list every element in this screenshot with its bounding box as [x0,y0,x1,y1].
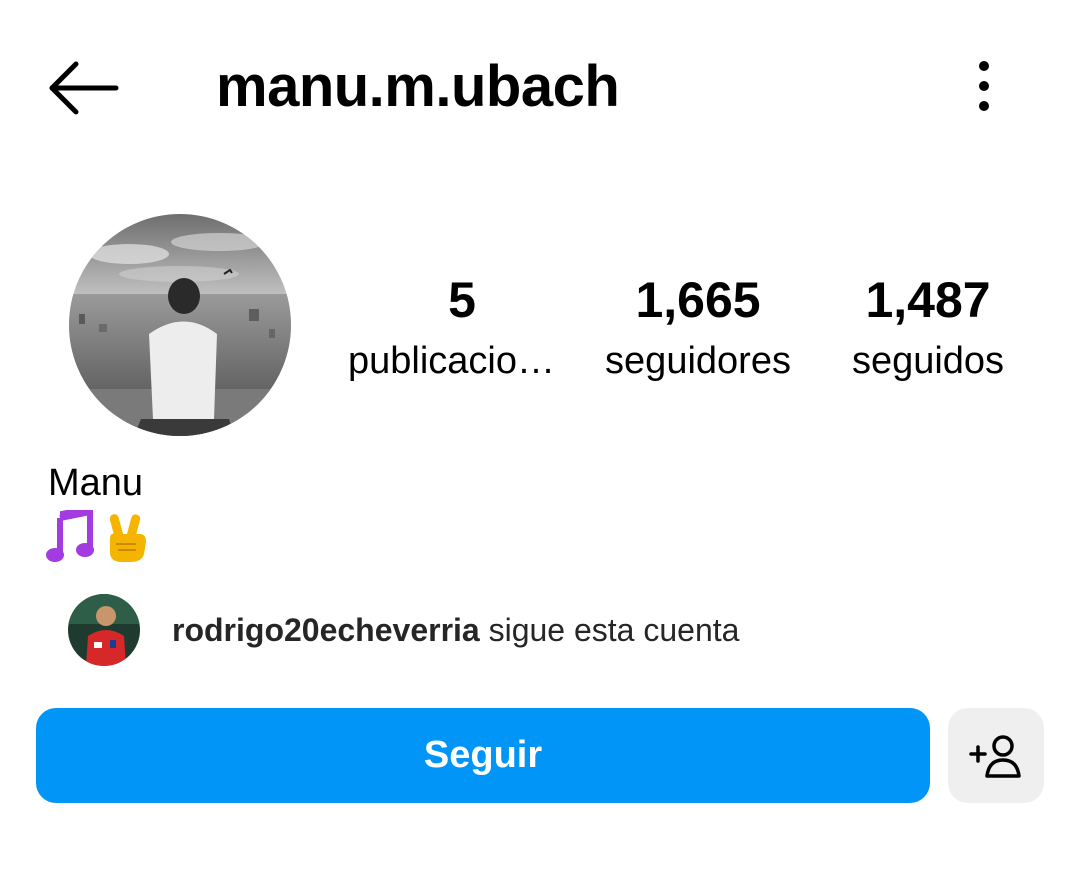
followers-label: seguidores [605,340,791,382]
followed-by-username: rodrigo20echeverria [172,612,480,648]
top-bar: manu.m.ubach [0,0,1080,170]
victory-hand-emoji [102,510,152,564]
stat-posts[interactable]: 5 publicaciones [348,270,576,384]
profile-full-name: Manu [48,462,144,504]
stat-following[interactable]: 1,487 seguidos [808,270,1048,384]
profile-bio [46,505,154,566]
musical-notes-emoji [46,505,96,564]
profile-stats: 5 publicaciones 1,665 seguidores 1,487 s… [348,270,1056,400]
arrow-left-icon [49,61,119,115]
follow-button[interactable]: Seguir [36,708,930,803]
followed-by-avatar [68,594,140,666]
posts-count: 5 [448,272,476,328]
back-button[interactable] [46,58,122,118]
more-vertical-icon [979,61,989,111]
followed-by-suffix: sigue esta cuenta [479,612,740,648]
profile-photo [69,214,291,436]
followers-count: 1,665 [635,272,761,328]
more-options-button[interactable] [962,56,1006,116]
profile-avatar[interactable] [69,214,291,436]
followed-by-text: rodrigo20echeverria sigue esta cuenta [172,608,739,652]
posts-label: publicaciones [348,340,576,382]
add-person-icon [969,734,1021,778]
following-label: seguidos [851,340,1005,382]
followed-by-row[interactable]: rodrigo20echeverria sigue esta cuenta [68,594,968,666]
following-count: 1,487 [865,272,991,328]
profile-username-title: manu.m.ubach [216,54,620,119]
stat-followers[interactable]: 1,665 seguidores [578,270,818,384]
suggested-accounts-button[interactable] [948,708,1044,803]
